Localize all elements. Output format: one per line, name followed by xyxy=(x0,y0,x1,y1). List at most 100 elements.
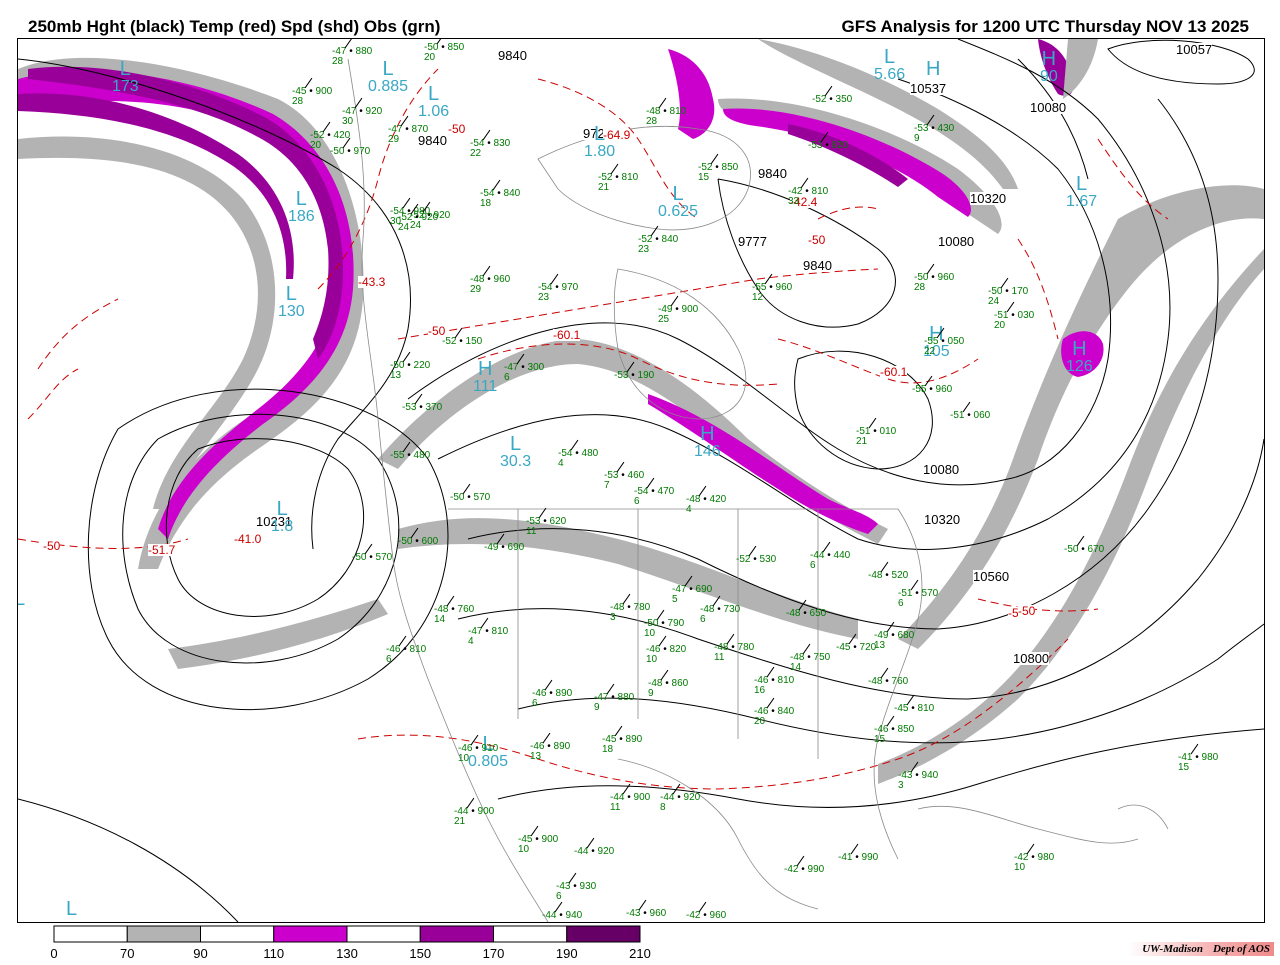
obs-height: 900 xyxy=(633,792,651,803)
height-label: 10320 xyxy=(970,191,1007,206)
station-dot-icon: • xyxy=(416,402,426,413)
obs-height: 900 xyxy=(541,834,559,845)
obs-height: 810 xyxy=(669,106,687,117)
station-observation: -48 • 750 14 xyxy=(790,643,830,673)
station-dot-icon: • xyxy=(768,706,778,717)
obs-height: 600 xyxy=(421,536,439,547)
station-dot-icon: • xyxy=(624,602,634,613)
station-dot-icon: • xyxy=(1028,852,1038,863)
low-center: L 0.625 xyxy=(658,184,698,220)
station-dot-icon: • xyxy=(1078,544,1088,555)
station-observation: -52 • 810 21 xyxy=(598,163,638,193)
station-observation: -43 • 930 6 xyxy=(556,872,596,902)
credit-institution: UW-Madison xyxy=(1142,943,1203,955)
legend-tick-label: 130 xyxy=(336,946,358,960)
obs-height: 840 xyxy=(503,188,521,199)
station-dot-icon: • xyxy=(912,588,922,599)
station-observation: -54 • 970 23 xyxy=(538,273,579,303)
station-observation: -45 • 890 18 xyxy=(602,725,642,755)
weather-map: 9840 9840 9840 9840 9728 9777 10057 10537 10080 1… xyxy=(17,38,1265,923)
station-dot-icon: • xyxy=(648,486,658,497)
station-dot-icon: • xyxy=(888,724,898,735)
center-value: 126 xyxy=(1066,358,1093,375)
station-dot-icon: • xyxy=(826,94,836,105)
station-dot-icon: • xyxy=(344,146,354,157)
station-observation: -48 • 780 11 xyxy=(714,633,754,663)
station-observation: -50 • 970 xyxy=(330,137,370,157)
legend-tick-label: 190 xyxy=(556,946,578,960)
obs-dewpoint-depression: 4 xyxy=(468,636,474,647)
station-observation: -49 • 690 xyxy=(484,533,524,553)
obs-height: 970 xyxy=(561,282,579,293)
legend-swatch xyxy=(273,925,348,943)
obs-height: 920 xyxy=(683,792,701,803)
obs-height: 840 xyxy=(777,706,795,717)
obs-dewpoint-depression: 10 xyxy=(1014,862,1026,873)
station-dot-icon: • xyxy=(882,570,892,581)
obs-height: 960 xyxy=(775,282,793,293)
obs-height: 620 xyxy=(549,516,567,527)
obs-dewpoint-depression: 12 xyxy=(752,292,764,303)
station-dot-icon: • xyxy=(1008,310,1018,321)
obs-dewpoint-depression: 14 xyxy=(790,662,802,673)
obs-dewpoint-depression: 4 xyxy=(558,458,564,469)
obs-height: 820 xyxy=(831,140,849,151)
station-observation: -54 • 830 22 xyxy=(470,129,510,159)
obs-height: 300 xyxy=(527,362,545,373)
station-dot-icon: • xyxy=(498,542,508,553)
credit-label: UW-Madison Dept of AOS xyxy=(1128,942,1274,956)
obs-height: 920 xyxy=(421,212,439,223)
station-observation: -47 • 880 28 xyxy=(332,39,373,67)
low-center: L 1.80 xyxy=(584,124,615,160)
obs-dewpoint-depression: 20 xyxy=(994,320,1006,331)
station-dot-icon: • xyxy=(346,46,356,57)
obs-height: 940 xyxy=(565,910,583,921)
station-dot-icon: • xyxy=(570,881,580,892)
temperature-label: -60.1 xyxy=(553,328,581,342)
station-observation: -53 • 820 xyxy=(808,131,849,151)
station-dot-icon: • xyxy=(882,676,892,687)
station-observation: -46 • 910 10 xyxy=(458,734,498,764)
obs-height: 900 xyxy=(477,806,495,817)
low-center: L 5.66 xyxy=(874,47,905,83)
station-dot-icon: • xyxy=(800,608,810,619)
temperature-label: -51.7 xyxy=(148,543,176,557)
station-dot-icon: • xyxy=(456,336,466,347)
center-type: L xyxy=(594,123,606,145)
station-dot-icon: • xyxy=(804,652,814,663)
station-observation: -50 • 600 xyxy=(398,527,439,547)
station-dot-icon: • xyxy=(700,494,710,505)
station-observation: -45 • 900 28 xyxy=(292,77,332,107)
station-observation: -45 • 720 xyxy=(836,633,876,653)
obs-height: 920 xyxy=(365,106,383,117)
station-observation: -52 • 920 24 xyxy=(398,203,439,233)
high-center: H xyxy=(926,59,940,79)
center-value: 1.80 xyxy=(584,143,616,160)
obs-dewpoint-depression: 30 xyxy=(342,116,354,127)
obs-height: 050 xyxy=(947,336,965,347)
low-center: L 1.06 xyxy=(418,84,449,120)
station-dot-icon: • xyxy=(766,282,776,293)
station-dot-icon: • xyxy=(402,124,412,135)
legend-tick-label: 0 xyxy=(50,946,57,960)
obs-dewpoint-depression: 16 xyxy=(754,685,766,696)
obs-height: 170 xyxy=(1011,286,1029,297)
station-dot-icon: • xyxy=(1192,752,1202,763)
height-contour xyxy=(18,798,239,922)
obs-height: 960 xyxy=(935,384,953,395)
obs-dewpoint-depression: 6 xyxy=(700,614,706,625)
obs-dewpoint-depression: 24 xyxy=(988,296,1000,307)
temperature-label: -50 xyxy=(43,539,61,553)
obs-height: 880 xyxy=(355,46,373,57)
station-dot-icon: • xyxy=(404,360,414,371)
legend-swatch xyxy=(346,925,421,943)
station-dot-icon: • xyxy=(484,274,494,285)
obs-dewpoint-depression: 6 xyxy=(810,560,816,571)
legend-swatch xyxy=(566,925,641,943)
temperature-label: -41.0 xyxy=(234,532,262,546)
center-value: 1.8 xyxy=(271,518,294,535)
speed-band-70 xyxy=(168,599,388,669)
height-label: 10057 xyxy=(1176,42,1213,57)
obs-height: 760 xyxy=(891,676,909,687)
station-dot-icon: • xyxy=(660,644,670,655)
